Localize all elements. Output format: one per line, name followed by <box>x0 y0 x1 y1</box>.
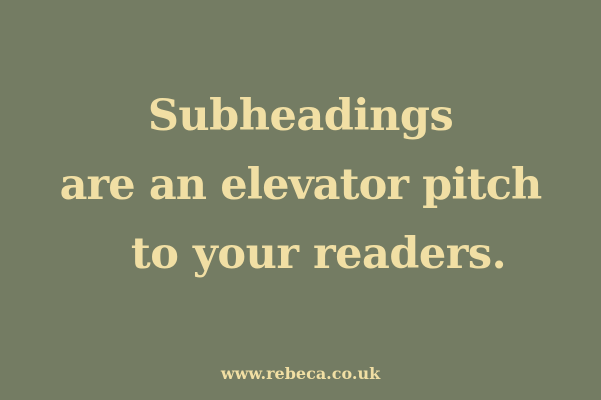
website-url: www.rebeca.co.uk <box>220 364 381 383</box>
quote-text: Subheadings are an elevator pitch to you… <box>0 82 601 289</box>
quote-card: Subheadings are an elevator pitch to you… <box>0 0 601 400</box>
quote-line-2: are an elevator pitch <box>59 160 543 210</box>
quote-line-3: to your readers. <box>130 229 507 279</box>
quote-line-1: Subheadings <box>147 91 454 141</box>
